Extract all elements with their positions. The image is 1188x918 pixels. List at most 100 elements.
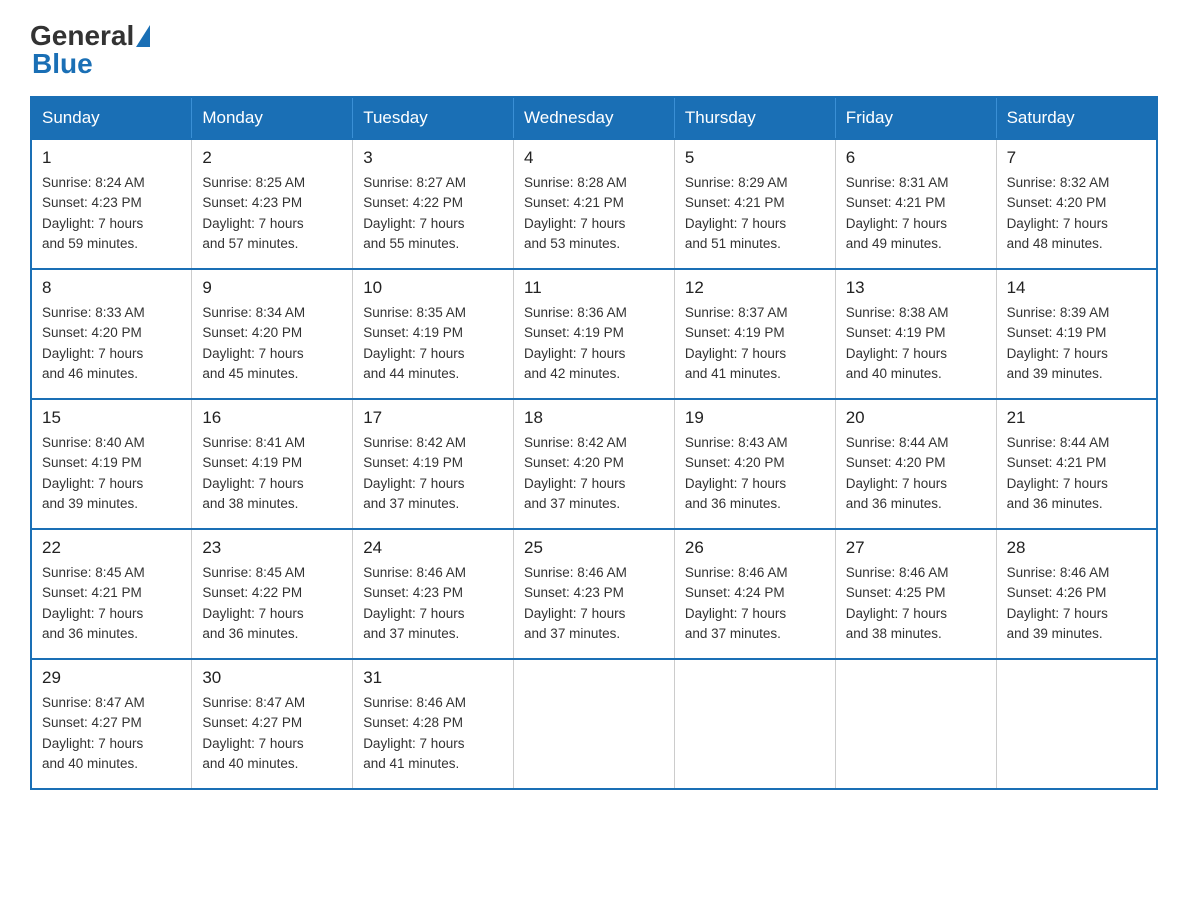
calendar-week-row: 15 Sunrise: 8:40 AMSunset: 4:19 PMDayligh… (31, 399, 1157, 529)
calendar-table: SundayMondayTuesdayWednesdayThursdayFrid… (30, 96, 1158, 790)
weekday-header-saturday: Saturday (996, 97, 1157, 139)
day-info: Sunrise: 8:42 AMSunset: 4:19 PMDaylight:… (363, 433, 503, 514)
calendar-header: SundayMondayTuesdayWednesdayThursdayFrid… (31, 97, 1157, 139)
calendar-week-row: 29 Sunrise: 8:47 AMSunset: 4:27 PMDayligh… (31, 659, 1157, 789)
calendar-cell: 12 Sunrise: 8:37 AMSunset: 4:19 PMDayligh… (674, 269, 835, 399)
day-info: Sunrise: 8:40 AMSunset: 4:19 PMDaylight:… (42, 433, 181, 514)
calendar-cell: 20Sunrise: 8:44 AMSunset: 4:20 PMDayligh… (835, 399, 996, 529)
day-number: 26 (685, 538, 825, 558)
calendar-cell (514, 659, 675, 789)
day-info: Sunrise: 8:27 AMSunset: 4:22 PMDaylight:… (363, 173, 503, 254)
calendar-cell (674, 659, 835, 789)
day-number: 12 (685, 278, 825, 298)
calendar-cell: 18Sunrise: 8:42 AMSunset: 4:20 PMDayligh… (514, 399, 675, 529)
day-info: Sunrise: 8:35 AMSunset: 4:19 PMDaylight:… (363, 303, 503, 384)
day-number: 30 (202, 668, 342, 688)
day-number: 21 (1007, 408, 1146, 428)
calendar-cell: 31 Sunrise: 8:46 AMSunset: 4:28 PMDayligh… (353, 659, 514, 789)
day-info: Sunrise: 8:46 AMSunset: 4:23 PMDaylight:… (363, 563, 503, 644)
calendar-cell: 8 Sunrise: 8:33 AMSunset: 4:20 PMDaylight… (31, 269, 192, 399)
weekday-header-friday: Friday (835, 97, 996, 139)
day-info: Sunrise: 8:44 AMSunset: 4:21 PMDaylight:… (1007, 433, 1146, 514)
calendar-cell: 5Sunrise: 8:29 AMSunset: 4:21 PMDaylight… (674, 139, 835, 269)
day-number: 11 (524, 278, 664, 298)
day-number: 6 (846, 148, 986, 168)
day-number: 9 (202, 278, 342, 298)
day-number: 28 (1007, 538, 1146, 558)
calendar-cell: 14 Sunrise: 8:39 AMSunset: 4:19 PMDayligh… (996, 269, 1157, 399)
calendar-cell: 3 Sunrise: 8:27 AMSunset: 4:22 PMDaylight… (353, 139, 514, 269)
day-number: 20 (846, 408, 986, 428)
day-info: Sunrise: 8:36 AMSunset: 4:19 PMDaylight:… (524, 303, 664, 384)
calendar-cell: 4Sunrise: 8:28 AMSunset: 4:21 PMDaylight… (514, 139, 675, 269)
day-number: 3 (363, 148, 503, 168)
day-info: Sunrise: 8:46 AMSunset: 4:26 PMDaylight:… (1007, 563, 1146, 644)
day-info: Sunrise: 8:46 AMSunset: 4:23 PMDaylight:… (524, 563, 664, 644)
logo-blue: Blue (32, 48, 93, 79)
day-number: 14 (1007, 278, 1146, 298)
day-info: Sunrise: 8:24 AMSunset: 4:23 PMDaylight:… (42, 173, 181, 254)
calendar-cell: 11 Sunrise: 8:36 AMSunset: 4:19 PMDayligh… (514, 269, 675, 399)
day-number: 5 (685, 148, 825, 168)
calendar-cell (996, 659, 1157, 789)
calendar-cell: 28 Sunrise: 8:46 AMSunset: 4:26 PMDayligh… (996, 529, 1157, 659)
calendar-cell: 24 Sunrise: 8:46 AMSunset: 4:23 PMDayligh… (353, 529, 514, 659)
day-number: 29 (42, 668, 181, 688)
day-number: 8 (42, 278, 181, 298)
calendar-cell: 13Sunrise: 8:38 AMSunset: 4:19 PMDayligh… (835, 269, 996, 399)
calendar-cell: 6 Sunrise: 8:31 AMSunset: 4:21 PMDaylight… (835, 139, 996, 269)
weekday-header-row: SundayMondayTuesdayWednesdayThursdayFrid… (31, 97, 1157, 139)
day-info: Sunrise: 8:46 AMSunset: 4:25 PMDaylight:… (846, 563, 986, 644)
day-number: 22 (42, 538, 181, 558)
logo-triangle-icon (136, 25, 150, 47)
weekday-header-monday: Monday (192, 97, 353, 139)
day-info: Sunrise: 8:43 AMSunset: 4:20 PMDaylight:… (685, 433, 825, 514)
day-info: Sunrise: 8:32 AMSunset: 4:20 PMDaylight:… (1007, 173, 1146, 254)
page-header: General Blue (30, 20, 1158, 80)
day-number: 2 (202, 148, 342, 168)
day-number: 15 (42, 408, 181, 428)
calendar-cell: 19 Sunrise: 8:43 AMSunset: 4:20 PMDayligh… (674, 399, 835, 529)
calendar-cell: 25 Sunrise: 8:46 AMSunset: 4:23 PMDayligh… (514, 529, 675, 659)
day-info: Sunrise: 8:39 AMSunset: 4:19 PMDaylight:… (1007, 303, 1146, 384)
calendar-cell: 21 Sunrise: 8:44 AMSunset: 4:21 PMDayligh… (996, 399, 1157, 529)
calendar-cell: 16Sunrise: 8:41 AMSunset: 4:19 PMDayligh… (192, 399, 353, 529)
day-info: Sunrise: 8:28 AMSunset: 4:21 PMDaylight:… (524, 173, 664, 254)
calendar-week-row: 22 Sunrise: 8:45 AMSunset: 4:21 PMDayligh… (31, 529, 1157, 659)
day-info: Sunrise: 8:34 AMSunset: 4:20 PMDaylight:… (202, 303, 342, 384)
day-info: Sunrise: 8:31 AMSunset: 4:21 PMDaylight:… (846, 173, 986, 254)
logo: General Blue (30, 20, 152, 80)
calendar-cell: 26 Sunrise: 8:46 AMSunset: 4:24 PMDayligh… (674, 529, 835, 659)
calendar-cell: 27 Sunrise: 8:46 AMSunset: 4:25 PMDayligh… (835, 529, 996, 659)
day-number: 24 (363, 538, 503, 558)
day-info: Sunrise: 8:37 AMSunset: 4:19 PMDaylight:… (685, 303, 825, 384)
day-number: 25 (524, 538, 664, 558)
day-info: Sunrise: 8:45 AMSunset: 4:21 PMDaylight:… (42, 563, 181, 644)
day-info: Sunrise: 8:46 AMSunset: 4:28 PMDaylight:… (363, 693, 503, 774)
day-info: Sunrise: 8:33 AMSunset: 4:20 PMDaylight:… (42, 303, 181, 384)
calendar-cell: 23Sunrise: 8:45 AMSunset: 4:22 PMDayligh… (192, 529, 353, 659)
day-number: 1 (42, 148, 181, 168)
calendar-cell: 2 Sunrise: 8:25 AMSunset: 4:23 PMDaylight… (192, 139, 353, 269)
calendar-body: 1 Sunrise: 8:24 AMSunset: 4:23 PMDaylight… (31, 139, 1157, 789)
calendar-cell: 29 Sunrise: 8:47 AMSunset: 4:27 PMDayligh… (31, 659, 192, 789)
calendar-cell: 7 Sunrise: 8:32 AMSunset: 4:20 PMDaylight… (996, 139, 1157, 269)
day-number: 17 (363, 408, 503, 428)
day-number: 10 (363, 278, 503, 298)
day-number: 19 (685, 408, 825, 428)
day-number: 31 (363, 668, 503, 688)
weekday-header-wednesday: Wednesday (514, 97, 675, 139)
day-info: Sunrise: 8:47 AMSunset: 4:27 PMDaylight:… (42, 693, 181, 774)
day-number: 23 (202, 538, 342, 558)
day-info: Sunrise: 8:25 AMSunset: 4:23 PMDaylight:… (202, 173, 342, 254)
day-info: Sunrise: 8:47 AMSunset: 4:27 PMDaylight:… (202, 693, 342, 774)
day-info: Sunrise: 8:38 AMSunset: 4:19 PMDaylight:… (846, 303, 986, 384)
day-info: Sunrise: 8:42 AMSunset: 4:20 PMDaylight:… (524, 433, 664, 514)
calendar-cell: 10 Sunrise: 8:35 AMSunset: 4:19 PMDayligh… (353, 269, 514, 399)
day-info: Sunrise: 8:46 AMSunset: 4:24 PMDaylight:… (685, 563, 825, 644)
day-info: Sunrise: 8:41 AMSunset: 4:19 PMDaylight:… (202, 433, 342, 514)
calendar-cell: 9 Sunrise: 8:34 AMSunset: 4:20 PMDaylight… (192, 269, 353, 399)
day-number: 7 (1007, 148, 1146, 168)
day-number: 27 (846, 538, 986, 558)
calendar-cell (835, 659, 996, 789)
